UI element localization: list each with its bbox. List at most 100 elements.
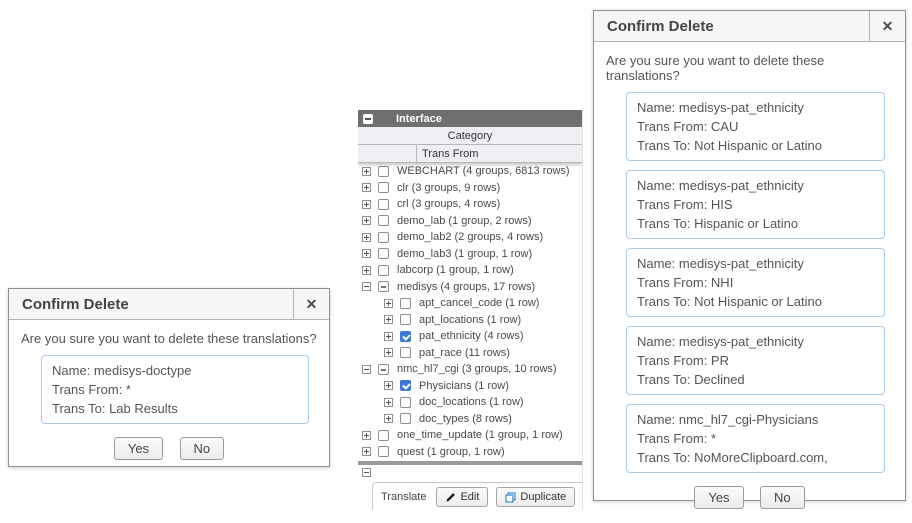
tree: WEBCHART (4 groups, 6813 rows) clr (3 gro… xyxy=(358,163,582,460)
expand-icon[interactable] xyxy=(362,447,371,456)
tree-row[interactable]: doc_types (8 rows) xyxy=(358,411,582,428)
collapse-icon[interactable] xyxy=(362,282,371,291)
category-header-row[interactable]: Category xyxy=(358,127,582,145)
translation-line: Trans To: Hispanic or Latino xyxy=(637,214,874,233)
tree-row[interactable]: doc_locations (1 row) xyxy=(358,394,582,411)
collapse-panel-icon[interactable] xyxy=(363,114,373,124)
tree-row[interactable]: pat_race (11 rows) xyxy=(358,345,582,362)
translation-line: Name: medisys-pat_ethnicity xyxy=(637,98,874,117)
checkbox-unchecked[interactable] xyxy=(378,182,389,193)
expand-icon[interactable] xyxy=(362,183,371,192)
checkbox-indeterminate[interactable] xyxy=(378,281,389,292)
checkbox-unchecked[interactable] xyxy=(378,446,389,457)
checkbox-unchecked[interactable] xyxy=(400,298,411,309)
checkbox-checked[interactable] xyxy=(400,380,411,391)
checkbox-unchecked[interactable] xyxy=(400,397,411,408)
tree-row[interactable]: demo_lab (1 group, 2 rows) xyxy=(358,213,582,230)
dialog-title: Confirm Delete xyxy=(594,11,869,41)
tree-row[interactable]: medisys (4 groups, 17 rows) xyxy=(358,279,582,296)
tree-label: nmc_hl7_cgi (3 groups, 10 rows) xyxy=(397,363,557,375)
checkbox-unchecked[interactable] xyxy=(400,314,411,325)
expand-icon[interactable] xyxy=(362,216,371,225)
tree-row[interactable]: one_time_update (1 group, 1 row) xyxy=(358,427,582,444)
expand-icon[interactable] xyxy=(384,398,393,407)
dialog-buttons: Yes No xyxy=(606,486,893,509)
trans-from-header-row[interactable]: Trans From xyxy=(358,145,582,163)
expand-icon[interactable] xyxy=(362,167,371,176)
expand-icon[interactable] xyxy=(362,200,371,209)
pencil-icon xyxy=(445,492,456,503)
expand-icon[interactable] xyxy=(362,249,371,258)
checkbox-unchecked[interactable] xyxy=(400,347,411,358)
edit-button[interactable]: Edit xyxy=(436,487,488,507)
expand-icon[interactable] xyxy=(384,315,393,324)
header-spacer-cell xyxy=(358,145,417,162)
translation-line: Name: nmc_hl7_cgi-Physicians xyxy=(637,410,874,429)
translation-line: Trans From: * xyxy=(52,380,298,399)
tree-label: WEBCHART (4 groups, 6813 rows) xyxy=(397,165,570,177)
checkbox-unchecked[interactable] xyxy=(378,215,389,226)
tree-row[interactable]: labcorp (1 group, 1 row) xyxy=(358,262,582,279)
dialog-body: Are you sure you want to delete these tr… xyxy=(9,320,329,460)
yes-button[interactable]: Yes xyxy=(694,486,743,509)
close-icon[interactable]: ✕ xyxy=(869,11,905,41)
no-button[interactable]: No xyxy=(760,486,805,509)
translation-list: Name: medisys-doctypeTrans From: *Trans … xyxy=(21,355,317,424)
checkbox-unchecked[interactable] xyxy=(378,166,389,177)
tree-row[interactable]: crl (3 groups, 4 rows) xyxy=(358,196,582,213)
translation-line: Trans From: * xyxy=(637,429,874,448)
expand-icon[interactable] xyxy=(362,266,371,275)
checkbox-unchecked[interactable] xyxy=(400,413,411,424)
yes-button[interactable]: Yes xyxy=(114,437,163,460)
checkbox-unchecked[interactable] xyxy=(378,430,389,441)
translation-item: Name: medisys-pat_ethnicityTrans From: H… xyxy=(626,170,885,239)
tree-row[interactable]: pat_ethnicity (4 rows) xyxy=(358,328,582,345)
close-icon[interactable]: ✕ xyxy=(293,289,329,319)
expand-icon[interactable] xyxy=(362,431,371,440)
expand-icon[interactable] xyxy=(384,332,393,341)
translation-item: Name: medisys-pat_ethnicityTrans From: P… xyxy=(626,326,885,395)
collapse-icon[interactable] xyxy=(362,365,371,374)
tree-row[interactable]: demo_lab2 (2 groups, 4 rows) xyxy=(358,229,582,246)
duplicate-icon xyxy=(505,492,516,503)
tree-label: doc_locations (1 row) xyxy=(419,396,524,408)
checkbox-checked[interactable] xyxy=(400,331,411,342)
checkbox-unchecked[interactable] xyxy=(378,265,389,276)
page: Confirm Delete ✕ Are you sure you want t… xyxy=(0,0,912,523)
translation-line: Trans From: PR xyxy=(637,351,874,370)
checkbox-unchecked[interactable] xyxy=(378,232,389,243)
translation-line: Trans To: Declined xyxy=(637,370,874,389)
translation-line: Trans From: HIS xyxy=(637,195,874,214)
tree-row[interactable]: WEBCHART (4 groups, 6813 rows) xyxy=(358,163,582,180)
tree-label: demo_lab (1 group, 2 rows) xyxy=(397,215,532,227)
tree-row[interactable]: quest (1 group, 1 row) xyxy=(358,444,582,461)
expand-icon[interactable] xyxy=(384,299,393,308)
tree-row[interactable]: apt_cancel_code (1 row) xyxy=(358,295,582,312)
duplicate-button[interactable]: Duplicate xyxy=(496,487,575,507)
dialog-header: Confirm Delete ✕ xyxy=(9,289,329,320)
tree-label: crl (3 groups, 4 rows) xyxy=(397,198,500,210)
checkbox-unchecked[interactable] xyxy=(378,248,389,259)
category-header-label: Category xyxy=(448,130,493,142)
expand-icon[interactable] xyxy=(362,233,371,242)
tree-label: doc_types (8 rows) xyxy=(419,413,512,425)
trans-from-header-label: Trans From xyxy=(417,148,478,160)
collapse-all-icon[interactable] xyxy=(362,468,371,477)
tree-row[interactable]: Physicians (1 row) xyxy=(358,378,582,395)
duplicate-button-label: Duplicate xyxy=(520,491,566,503)
translation-item: Name: medisys-pat_ethnicityTrans From: C… xyxy=(626,92,885,161)
expand-icon[interactable] xyxy=(384,348,393,357)
tree-row[interactable]: clr (3 groups, 9 rows) xyxy=(358,180,582,197)
tree-row[interactable]: apt_locations (1 row) xyxy=(358,312,582,329)
expand-icon[interactable] xyxy=(384,414,393,423)
translation-item: Name: nmc_hl7_cgi-PhysiciansTrans From: … xyxy=(626,404,885,473)
checkbox-unchecked[interactable] xyxy=(378,199,389,210)
no-button[interactable]: No xyxy=(180,437,225,460)
tree-row[interactable]: nmc_hl7_cgi (3 groups, 10 rows) xyxy=(358,361,582,378)
checkbox-indeterminate[interactable] xyxy=(378,364,389,375)
interface-tree-panel: Interface Category Trans From WEBCHART (… xyxy=(358,110,583,510)
right-confirm-delete-dialog: Confirm Delete ✕ Are you sure you want t… xyxy=(593,10,906,501)
expand-icon[interactable] xyxy=(384,381,393,390)
tree-row[interactable]: demo_lab3 (1 group, 1 row) xyxy=(358,246,582,263)
tree-label: medisys (4 groups, 17 rows) xyxy=(397,281,535,293)
